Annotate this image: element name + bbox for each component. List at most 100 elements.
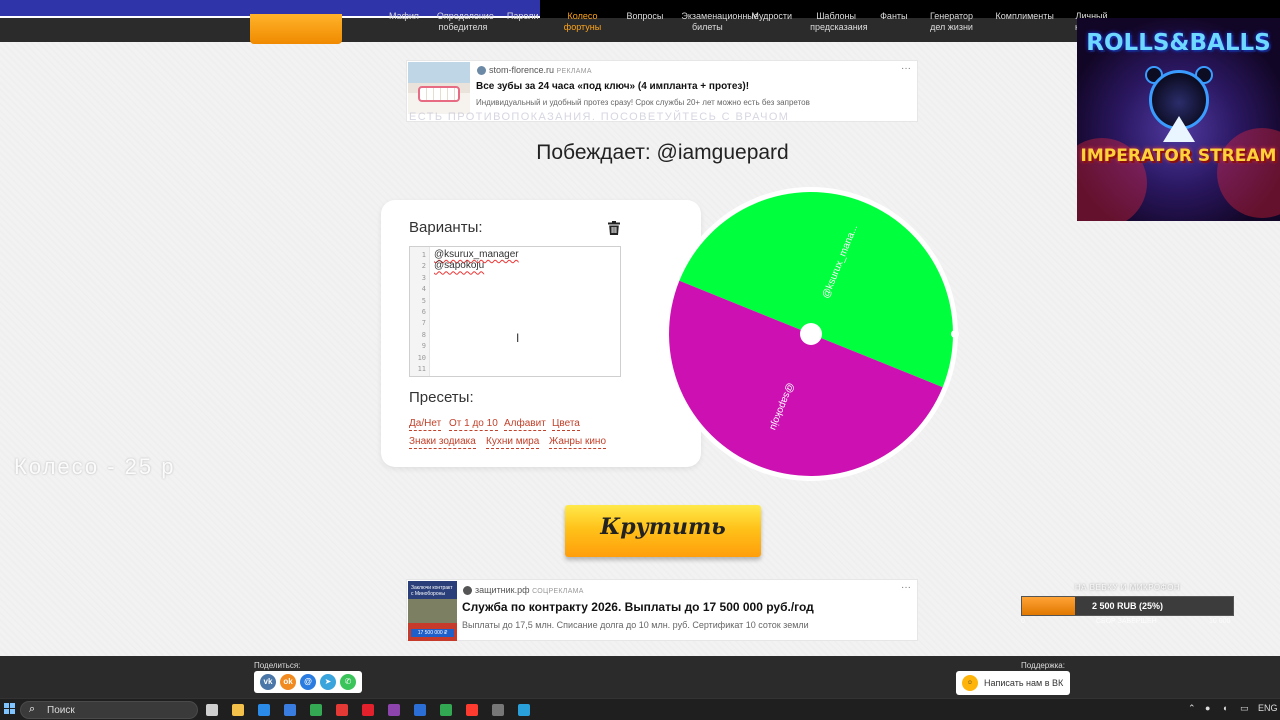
- site-footer: Поделиться: vk ok @ ➤ ✆ Поддержка: ☺ Написат…: [0, 656, 1280, 698]
- stream-title-2: IMPERATOR STREAM: [1080, 146, 1277, 166]
- windows-start-icon[interactable]: [4, 703, 16, 715]
- tray-chevron-icon[interactable]: ⌃: [1188, 703, 1196, 714]
- options-title: Варианты:: [409, 219, 483, 236]
- opera-icon[interactable]: [362, 704, 374, 716]
- donation-status: СБОР ЗАВЕРШЕН: [1096, 618, 1157, 625]
- options-card: Варианты: 1 2 3 4 5 6 7 8 9 10 11 @ksurux_manager @…: [381, 200, 701, 467]
- taskbar-search-placeholder: Поиск: [47, 705, 75, 716]
- line-number: 2: [421, 262, 426, 271]
- wheel-hub: [800, 323, 822, 345]
- volume-icon[interactable]: ◖: [1222, 703, 1227, 713]
- vk-icon[interactable]: vk: [260, 674, 276, 690]
- nav-item[interactable]: Комплименты: [987, 11, 1057, 33]
- app-icon[interactable]: [388, 704, 400, 716]
- ad-source: защитник.рф СОЦРЕКЛАМА: [463, 585, 584, 596]
- option-line[interactable]: @ksurux_manager: [434, 249, 519, 260]
- obs-icon[interactable]: [492, 704, 504, 716]
- chrome-icon[interactable]: [310, 704, 322, 716]
- line-number: 6: [421, 308, 426, 316]
- nav-item[interactable]: Вопросы: [618, 11, 673, 33]
- ad-label: СОЦРЕКЛАМА: [532, 588, 584, 595]
- ad-banner-bottom[interactable]: Заключи контракт с Минобороны 17 500 000…: [406, 579, 918, 641]
- support-avatar-icon: ☺: [962, 675, 978, 691]
- network-icon[interactable]: ▭: [1240, 703, 1249, 714]
- line-number: 5: [421, 296, 426, 305]
- teeth-illustration: [418, 86, 460, 102]
- ad-warning: ЕСТЬ ПРОТИВОПОКАЗАНИЯ. ПОСОВЕТУЙТЕСЬ С В…: [409, 111, 790, 123]
- ad-description: Индивидуальный и удобный протез сразу! С…: [476, 98, 810, 107]
- ad-menu-icon[interactable]: ···: [901, 63, 911, 74]
- store-icon[interactable]: [258, 704, 270, 716]
- options-editor[interactable]: 1 2 3 4 5 6 7 8 9 10 11 @ksurux_manager @sapokoju I: [409, 246, 621, 377]
- wheel-graphic[interactable]: @ksurux_mana...@sapokoju: [663, 186, 959, 482]
- mail-icon[interactable]: [284, 704, 296, 716]
- ad-source: stom-florence.ru РЕКЛАМА: [477, 65, 592, 76]
- line-number: 9: [421, 342, 426, 351]
- nav-item[interactable]: Фанты: [871, 11, 916, 33]
- ad-image-amount: 17 500 000 ₽: [411, 629, 454, 637]
- triangle-emblem: [1163, 116, 1195, 142]
- share-label: Поделиться:: [254, 661, 301, 670]
- share-buttons: vk ok @ ➤ ✆: [254, 671, 362, 693]
- nav-item[interactable]: Генератор дел жизни: [917, 11, 987, 33]
- chrome2-icon[interactable]: [440, 704, 452, 716]
- nav-item[interactable]: Шаблоны предсказания: [801, 11, 871, 33]
- yandex-icon[interactable]: [336, 704, 348, 716]
- ad-source-text: защитник.рф: [475, 585, 530, 595]
- option-line[interactable]: @sapokoju: [434, 260, 484, 271]
- ad-title[interactable]: Служба по контракту 2026. Выплаты до 17 …: [462, 600, 814, 614]
- ad-image[interactable]: [408, 62, 470, 114]
- trash-icon[interactable]: [607, 221, 621, 235]
- ad-source-icon: [477, 66, 486, 76]
- ad-image[interactable]: Заключи контракт с Минобороны 17 500 000…: [408, 581, 457, 641]
- nav-item[interactable]: Определение победителя: [428, 11, 498, 33]
- ok-icon[interactable]: ok: [280, 674, 296, 690]
- ad-source-icon: [463, 586, 472, 596]
- ad-description: Выплаты до 17,5 млн. Списание долга до 1…: [462, 620, 809, 630]
- donation-min: 0: [1021, 618, 1025, 625]
- yandex-browser-icon[interactable]: [466, 704, 478, 716]
- donation-max: 10 000: [1209, 618, 1231, 625]
- telegram-icon[interactable]: ➤: [320, 674, 336, 690]
- support-vk-button[interactable]: ☺ Написать нам в ВК: [956, 671, 1070, 695]
- fortune-wheel[interactable]: @ksurux_mana... @sapokoju: [663, 186, 959, 482]
- preset-link[interactable]: Знаки зодиака: [409, 436, 476, 449]
- support-label: Поддержка:: [1021, 661, 1065, 670]
- mailru-icon[interactable]: @: [300, 674, 316, 690]
- line-number: 7: [421, 319, 426, 328]
- line-number: 11: [417, 365, 426, 373]
- ad-label: РЕКЛАМА: [556, 68, 592, 75]
- whatsapp-icon[interactable]: ✆: [340, 674, 356, 690]
- vpn-icon[interactable]: [414, 704, 426, 716]
- nav-item[interactable]: Пароли: [498, 11, 548, 33]
- ad-menu-icon[interactable]: ···: [901, 582, 911, 593]
- preset-link[interactable]: Да/Нет: [409, 418, 442, 431]
- nav-item[interactable]: Колесо фортуны: [548, 11, 618, 33]
- presets-title: Пресеты:: [409, 389, 474, 406]
- preset-link[interactable]: Жанры кино: [549, 436, 607, 449]
- task-view-icon[interactable]: [206, 704, 218, 716]
- preset-link[interactable]: Цвета: [552, 418, 580, 431]
- stream-logo: ROLLS&BALLS IMPERATOR STREAM: [1077, 18, 1280, 221]
- nav-item[interactable]: Мафия: [380, 11, 428, 33]
- ad-banner-top[interactable]: stom-florence.ru РЕКЛАМА Все зубы за 24 …: [406, 60, 918, 123]
- ad-title[interactable]: Все зубы за 24 часа «под ключ» (4 имплан…: [476, 81, 749, 92]
- preset-link[interactable]: От 1 до 10: [449, 418, 498, 431]
- preset-link[interactable]: Кухни мира: [486, 436, 540, 449]
- site-logo[interactable]: [250, 14, 342, 44]
- line-number: 3: [421, 273, 426, 282]
- telegram-app-icon[interactable]: [518, 704, 530, 716]
- donation-progress-bar: 2 500 RUB (25%): [1021, 596, 1234, 616]
- nav-item[interactable]: Мудрости: [742, 11, 801, 33]
- search-icon: ⌕: [29, 703, 36, 715]
- nav-item[interactable]: Экзаменационные билеты: [672, 11, 758, 33]
- donation-goal-label: НА ВЕБКУ И МИКРОФОН: [1074, 583, 1181, 592]
- preset-link[interactable]: Алфавит: [504, 418, 546, 431]
- text-cursor-icon: I: [516, 331, 520, 345]
- microphone-icon[interactable]: ●: [1205, 703, 1210, 713]
- spin-button[interactable]: Крутить: [565, 505, 761, 557]
- language-indicator[interactable]: ENG: [1258, 703, 1278, 713]
- taskbar-search[interactable]: ⌕ Поиск: [20, 701, 198, 719]
- explorer-icon[interactable]: [232, 704, 244, 716]
- ad-source-text: stom-florence.ru: [489, 65, 555, 75]
